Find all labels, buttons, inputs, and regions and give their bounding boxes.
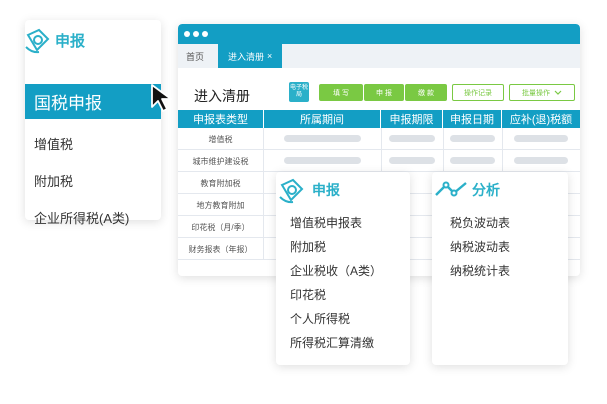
popup-item-annual-settlement[interactable]: 所得税汇算清缴: [290, 334, 374, 351]
table-row[interactable]: 城市维护建设税: [178, 150, 580, 172]
row-label: 教育附加税: [178, 172, 264, 194]
mouse-cursor-icon: [151, 84, 172, 112]
row-label: 增值税: [178, 128, 264, 150]
window-dot[interactable]: [202, 31, 208, 37]
th-amount[interactable]: 应补(退)税额: [502, 110, 580, 128]
close-icon[interactable]: ×: [267, 51, 272, 61]
menu-item-corporate-tax[interactable]: 企业所得税(A类): [34, 208, 129, 227]
declare-popup: 申报 增值税申报表 附加税 企业税收（A类） 印花税 个人所得税 所得税汇算清缴: [276, 172, 410, 365]
batch-button-label: 批量操作: [522, 89, 550, 97]
tab-home[interactable]: 首页: [178, 44, 212, 68]
placeholder-bar: [514, 157, 568, 164]
placeholder-bar: [450, 157, 495, 164]
analysis-popup-header: 分析: [432, 172, 500, 208]
tab-list-label: 进入清册: [228, 51, 265, 62]
window-dot[interactable]: [184, 31, 190, 37]
row-label: 印花税（月/季）: [178, 216, 264, 238]
declare-button[interactable]: 申 报: [364, 84, 404, 101]
tab-bar: 首页 进入清册 ×: [178, 44, 580, 68]
th-date[interactable]: 申报日期: [443, 110, 502, 128]
menu-item-national-tax[interactable]: 国税申报: [25, 84, 161, 119]
popup-item-surcharge[interactable]: 附加税: [290, 238, 326, 255]
menu-item-surcharge[interactable]: 附加税: [34, 171, 73, 190]
popup-item-burden-volatility[interactable]: 税负波动表: [450, 214, 510, 231]
declare-icon: [21, 23, 55, 57]
row-label: 地方教育附加: [178, 194, 264, 216]
row-label: 财务报表（年报）: [178, 238, 264, 260]
popup-item-tax-statistics[interactable]: 纳税统计表: [450, 262, 510, 279]
table-header: 申报表类型 所属期间 申报期限 申报日期 应补(退)税额: [178, 110, 580, 128]
pay-button[interactable]: 缴 款: [405, 84, 447, 101]
th-form-type[interactable]: 申报表类型: [178, 110, 264, 128]
placeholder-bar: [450, 135, 495, 142]
chevron-down-icon: [554, 90, 562, 95]
page-title: 进入清册: [194, 88, 250, 104]
popup-item-personal-tax[interactable]: 个人所得税: [290, 310, 350, 327]
row-label: 城市维护建设税: [178, 150, 264, 172]
fill-button[interactable]: 填 写: [319, 84, 363, 101]
analysis-icon: [435, 181, 467, 197]
placeholder-bar: [389, 157, 435, 164]
batch-button[interactable]: 批量操作: [509, 84, 575, 101]
left-menu-title: 申报: [55, 32, 86, 50]
declare-popup-title: 申报: [312, 182, 340, 198]
popup-item-stamp-tax[interactable]: 印花税: [290, 286, 326, 303]
th-period[interactable]: 所属期间: [264, 110, 381, 128]
placeholder-bar: [284, 135, 361, 142]
log-button[interactable]: 操作记录: [452, 84, 504, 101]
th-deadline[interactable]: 申报期限: [381, 110, 443, 128]
window-dot[interactable]: [193, 31, 199, 37]
window-titlebar: [178, 24, 580, 44]
etax-badge[interactable]: 电子税局: [289, 82, 309, 102]
toolbar: 进入清册 电子税局 填 写 申 报 缴 款 操作记录 批量操作: [178, 80, 580, 108]
popup-item-vat-form[interactable]: 增值税申报表: [290, 214, 362, 231]
declare-popup-header: 申报: [276, 172, 340, 208]
popup-item-corporate-tax[interactable]: 企业税收（A类）: [290, 262, 382, 279]
tab-list[interactable]: 进入清册 ×: [218, 44, 283, 68]
left-menu-header[interactable]: 申报: [25, 20, 161, 60]
analysis-popup-title: 分析: [472, 182, 500, 198]
placeholder-bar: [389, 135, 435, 142]
left-menu-card: 申报 国税申报 增值税 附加税 企业所得税(A类): [25, 20, 161, 226]
analysis-popup: 分析 税负波动表 纳税波动表 纳税统计表: [432, 172, 568, 365]
menu-item-vat[interactable]: 增值税: [34, 134, 73, 153]
declare-icon: [279, 178, 304, 204]
table-row[interactable]: 增值税: [178, 128, 580, 150]
placeholder-bar: [284, 157, 361, 164]
popup-item-tax-volatility[interactable]: 纳税波动表: [450, 238, 510, 255]
tab-home-label: 首页: [186, 51, 205, 62]
placeholder-bar: [514, 135, 568, 142]
